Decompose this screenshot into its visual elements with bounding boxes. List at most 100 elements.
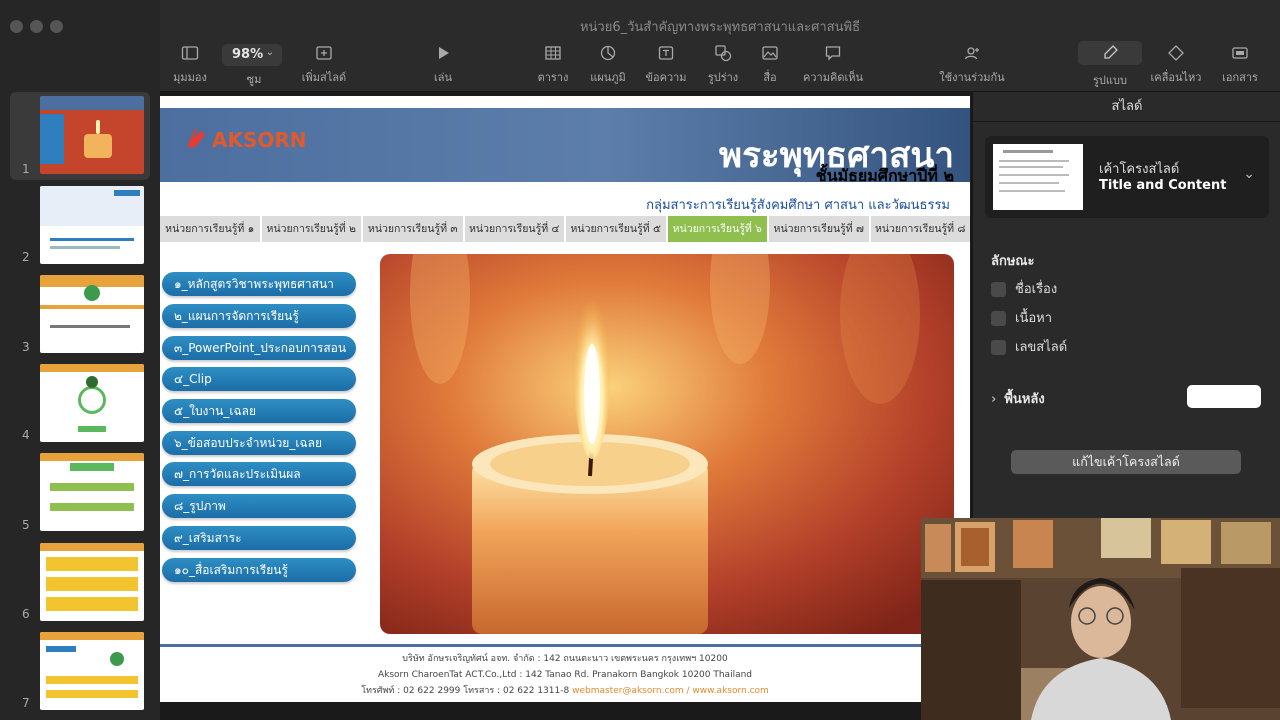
unit-tab-7[interactable]: หน่วยการเรียนรู้ที่ ๗ bbox=[769, 216, 869, 242]
unit-tab-6[interactable]: หน่วยการเรียนรู้ที่ ๖ bbox=[667, 216, 767, 242]
comment-button[interactable]: ความคิดเห็น bbox=[793, 44, 873, 86]
menu-item-enrichment[interactable]: ๙_เสริมสาระ bbox=[162, 526, 356, 550]
slide-thumbnail-5[interactable] bbox=[40, 453, 144, 531]
body-checkbox[interactable] bbox=[991, 311, 1006, 326]
subject-group-text: กลุ่มสาระการเรียนรู้สังคมศึกษา ศาสนา และ… bbox=[646, 198, 950, 213]
aksorn-logo-text: AKSORN bbox=[212, 128, 307, 152]
menu-item-learning-media[interactable]: ๑๐_สื่อเสริมการเรียนรู้ bbox=[162, 558, 356, 582]
chevron-down-icon: ⌄ bbox=[265, 47, 274, 58]
slide-number-3: 3 bbox=[22, 340, 30, 354]
document-button[interactable]: เอกสาร bbox=[1200, 44, 1280, 86]
footer-links[interactable]: webmaster@aksorn.com / www.aksorn.com bbox=[572, 686, 769, 696]
menu-item-clip[interactable]: ๔_Clip bbox=[162, 367, 356, 391]
slide-layout-picker[interactable]: เค้าโครงสไลด์ Title and Content ⌄ bbox=[985, 136, 1269, 218]
format-brush-icon bbox=[1078, 41, 1142, 65]
menu-item-images[interactable]: ๘_รูปภาพ bbox=[162, 494, 356, 518]
background-color-swatch[interactable] bbox=[1187, 385, 1261, 408]
zoom-window-button[interactable] bbox=[50, 20, 63, 33]
chart-label: แผนภูมิ bbox=[590, 71, 626, 84]
slide-number-2: 2 bbox=[22, 250, 30, 264]
document-label: เอกสาร bbox=[1222, 71, 1258, 84]
chevron-right-icon: › bbox=[991, 392, 997, 407]
slide-number-5: 5 bbox=[22, 518, 30, 532]
footer-address-th: บริษัท อักษรเจริญทัศน์ อจท. จำกัด : 142 … bbox=[402, 654, 728, 664]
comment-label: ความคิดเห็น bbox=[803, 71, 863, 84]
media-label: สื่อ bbox=[763, 71, 777, 84]
webcam-overlay bbox=[921, 518, 1280, 720]
slide-thumbnail-6[interactable] bbox=[40, 543, 144, 621]
unit-tab-8[interactable]: หน่วยการเรียนรู้ที่ ๘ bbox=[870, 216, 970, 242]
format-label: รูปแบบ bbox=[1093, 74, 1127, 87]
background-label: พื้นหลัง bbox=[1004, 392, 1045, 407]
unit-tab-4[interactable]: หน่วยการเรียนรู้ที่ ๔ bbox=[464, 216, 564, 242]
appearance-label: ลักษณะ bbox=[991, 254, 1035, 269]
toolbar: หน่วย6_วันสำคัญทางพระพุทธศาสนาและศาสนพิธ… bbox=[0, 0, 1280, 92]
slide-number-checkbox-row[interactable]: เลขสไลด์ bbox=[991, 336, 1067, 357]
add-slide-button[interactable]: เพิ่มสไลด์ bbox=[284, 44, 364, 86]
title-checkbox-row[interactable]: ชื่อเรื่อง bbox=[991, 278, 1057, 299]
minimize-window-button[interactable] bbox=[30, 20, 43, 33]
view-label: มุมมอง bbox=[173, 71, 207, 84]
zoom-value: 98% bbox=[232, 47, 264, 62]
footer-contact: โทรศัพท์ : 02 622 2999 โทรสาร : 02 622 1… bbox=[160, 683, 970, 699]
collaborate-label: ใช้งานร่วมกัน bbox=[939, 71, 1005, 84]
inspector-header: สไลด์ bbox=[973, 92, 1280, 122]
layout-label: เค้าโครงสไลด์ bbox=[1099, 162, 1180, 177]
slide-thumbnail-1[interactable] bbox=[40, 96, 144, 174]
title-checkbox[interactable] bbox=[991, 282, 1006, 297]
chevron-down-icon: ⌄ bbox=[1243, 166, 1255, 182]
title-checkbox-label: ชื่อเรื่อง bbox=[1015, 282, 1058, 297]
menu-item-unit-test[interactable]: ๖_ข้อสอบประจำหน่วย_เฉลย bbox=[162, 431, 356, 455]
document-title: หน่วย6_วันสำคัญทางพระพุทธศาสนาและศาสนพิธ… bbox=[579, 20, 861, 35]
zoom-label-wrap: ซูม bbox=[214, 70, 294, 86]
add-slide-icon bbox=[284, 44, 364, 62]
menu-item-worksheet[interactable]: ๕_ใบงาน_เฉลย bbox=[162, 399, 356, 423]
layout-name: Title and Content bbox=[1099, 178, 1227, 193]
collaborate-button[interactable]: ใช้งานร่วมกัน bbox=[932, 44, 1012, 86]
body-checkbox-row[interactable]: เนื้อหา bbox=[991, 307, 1052, 328]
slide-thumbnail-7[interactable] bbox=[40, 632, 144, 710]
menu-item-curriculum[interactable]: ๑_หลักสูตรวิชาพระพุทธศาสนา bbox=[162, 272, 356, 296]
document-icon bbox=[1200, 44, 1280, 62]
menu-item-assessment[interactable]: ๗_การวัดและประเมินผล bbox=[162, 462, 356, 486]
edit-slide-layout-button[interactable]: แก้ไขเค้าโครงสไลด์ bbox=[1011, 450, 1241, 474]
slide-subtitle: ชั้นมัธยมศึกษาปีที่ ๒ bbox=[815, 166, 954, 185]
layout-preview bbox=[993, 144, 1083, 210]
candle-photo bbox=[380, 254, 954, 634]
unit-tab-1[interactable]: หน่วยการเรียนรู้ที่ ๑ bbox=[160, 216, 260, 242]
play-button[interactable]: เล่น bbox=[403, 44, 483, 86]
footer-phone: โทรศัพท์ : 02 622 2999 โทรสาร : 02 622 1… bbox=[361, 686, 570, 696]
unit-tab-5[interactable]: หน่วยการเรียนรู้ที่ ๕ bbox=[566, 216, 666, 242]
animate-label: เคลื่อนไหว bbox=[1150, 71, 1202, 84]
slide-number-4: 4 bbox=[22, 428, 30, 442]
unit-tab-2[interactable]: หน่วยการเรียนรู้ที่ ๒ bbox=[261, 216, 361, 242]
collaborate-icon bbox=[932, 44, 1012, 62]
slide[interactable]: AKSORN พระพุทธศาสนา ชั้นมัธยมศึกษาปีที่ … bbox=[160, 96, 970, 702]
slide-number-1: 1 bbox=[22, 162, 30, 176]
unit-tab-3[interactable]: หน่วยการเรียนรู้ที่ ๓ bbox=[363, 216, 463, 242]
slide-number-checkbox[interactable] bbox=[991, 340, 1006, 355]
slide-number-7: 7 bbox=[22, 696, 30, 710]
slide-thumbnail-4[interactable] bbox=[40, 364, 144, 442]
body-checkbox-label: เนื้อหา bbox=[1015, 311, 1053, 326]
slide-thumbnail-3[interactable] bbox=[40, 275, 144, 353]
slide-canvas: AKSORN พระพุทธศาสนา ชั้นมัธยมศึกษาปีที่ … bbox=[160, 92, 972, 720]
menu-item-lesson-plan[interactable]: ๒_แผนการจัดการเรียนรู้ bbox=[162, 304, 356, 328]
slide-thumbnail-2[interactable] bbox=[40, 186, 144, 264]
slide-navigator: 1 2 3 4 5 6 7 bbox=[0, 92, 160, 720]
background-section[interactable]: › พื้นหลัง bbox=[991, 388, 1045, 409]
toolbar-sidebar-area bbox=[0, 0, 160, 92]
play-icon bbox=[403, 44, 483, 62]
zoom-dropdown[interactable]: 98% ⌄ bbox=[222, 44, 282, 66]
play-label: เล่น bbox=[433, 71, 453, 84]
slide-number-6: 6 bbox=[22, 607, 30, 621]
sidebar-icon bbox=[150, 44, 230, 62]
keynote-window: หน่วย6_วันสำคัญทางพระพุทธศาสนาและศาสนพิธ… bbox=[0, 0, 1280, 720]
close-window-button[interactable] bbox=[10, 20, 23, 33]
text-label: ข้อความ bbox=[645, 71, 687, 84]
slide-number-checkbox-label: เลขสไลด์ bbox=[1015, 340, 1068, 355]
menu-item-powerpoint[interactable]: ๓_PowerPoint_ประกอบการสอน bbox=[162, 336, 356, 360]
slide-footer: บริษัท อักษรเจริญทัศน์ อจท. จำกัด : 142 … bbox=[160, 644, 970, 702]
unit-tabs: หน่วยการเรียนรู้ที่ ๑ หน่วยการเรียนรู้ที… bbox=[160, 216, 970, 242]
zoom-label: ซูม bbox=[246, 73, 262, 86]
